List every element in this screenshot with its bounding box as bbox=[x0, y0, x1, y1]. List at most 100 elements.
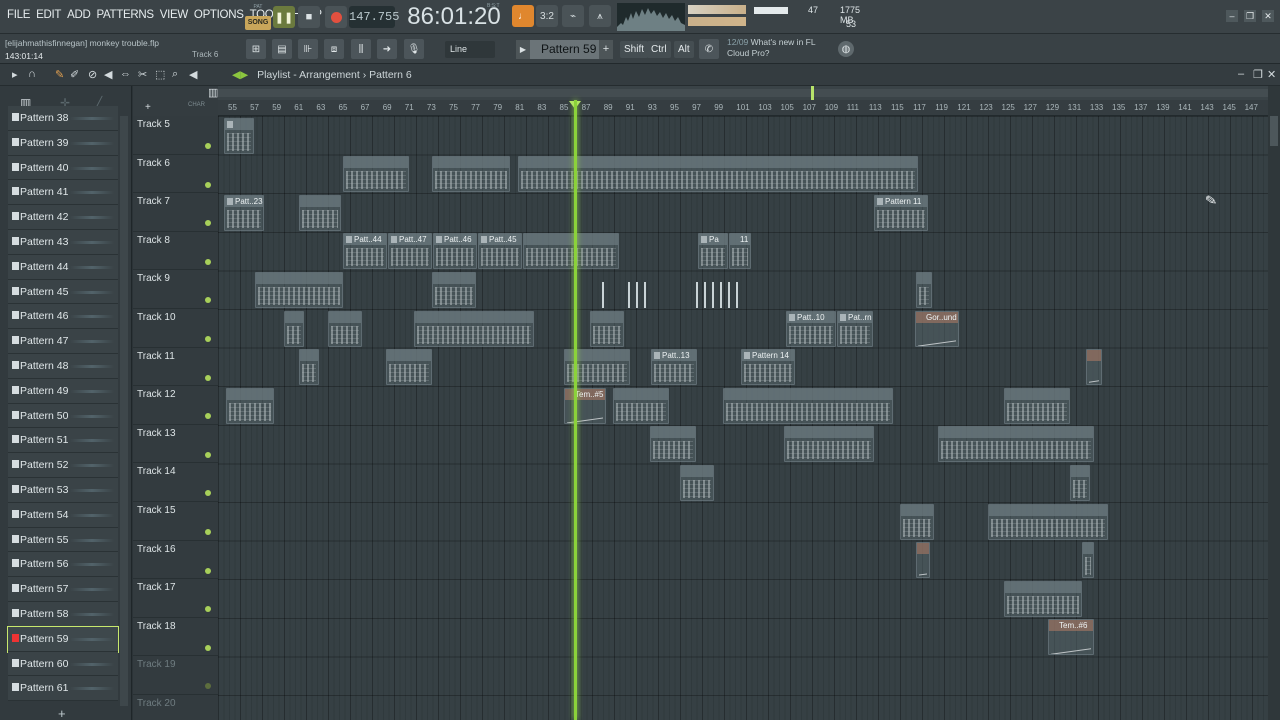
pattern-clip[interactable] bbox=[723, 388, 893, 424]
shift-key-button[interactable]: Shift bbox=[620, 41, 649, 58]
slice-icon[interactable]: ✂ bbox=[138, 68, 147, 81]
pattern-list-item[interactable]: Pattern 60 bbox=[8, 651, 118, 677]
pattern-list-item[interactable]: Pattern 49 bbox=[8, 378, 118, 404]
automation-clip[interactable] bbox=[1086, 349, 1102, 385]
add-pattern-icon[interactable]: + bbox=[599, 40, 613, 59]
pat-song-toggle[interactable]: PAT SONG bbox=[245, 4, 271, 30]
timeline-ruler[interactable]: 55 57 59 61 63 65 67 69 71 73 75 77 79 81 83 85 87 89 91 93… bbox=[218, 100, 1268, 116]
loop-marker[interactable] bbox=[811, 86, 814, 100]
loop-record-button[interactable]: ⩚ bbox=[589, 5, 611, 27]
pattern-list-item[interactable]: Pattern 47 bbox=[8, 329, 118, 354]
pattern-list-item[interactable]: Pattern 54 bbox=[8, 502, 118, 528]
pattern-clip[interactable] bbox=[299, 195, 341, 231]
track-mute-led[interactable] bbox=[205, 529, 211, 535]
news-button[interactable]: ✆ bbox=[699, 39, 719, 59]
pattern-clip[interactable]: Patt..23 bbox=[224, 195, 264, 231]
menu-add[interactable]: ADD bbox=[64, 9, 93, 21]
track-header[interactable]: Track 14 bbox=[133, 463, 218, 502]
stop-button[interactable]: ■ bbox=[298, 6, 320, 28]
pattern-list-item[interactable]: Pattern 53 bbox=[8, 477, 118, 503]
pattern-clip[interactable] bbox=[916, 272, 932, 308]
pattern-clip[interactable] bbox=[900, 504, 934, 540]
pattern-list-item[interactable]: Pattern 56 bbox=[8, 552, 118, 578]
pattern-clip[interactable] bbox=[224, 118, 254, 154]
picker-scrollbar[interactable] bbox=[120, 116, 128, 706]
pattern-list-item[interactable]: Pattern 42 bbox=[8, 205, 118, 230]
mute-icon[interactable]: ◀ bbox=[104, 68, 112, 81]
pattern-clip[interactable] bbox=[938, 426, 1094, 462]
pattern-clip[interactable] bbox=[226, 388, 274, 424]
pattern-clip[interactable] bbox=[1070, 465, 1090, 501]
automation-clip[interactable]: Tem..#5 bbox=[564, 388, 606, 424]
pattern-clip[interactable]: Pattern 14 bbox=[741, 349, 795, 385]
paint-icon[interactable]: ✐ bbox=[70, 68, 79, 81]
track-header[interactable]: Track 7 bbox=[133, 193, 218, 232]
pattern-list-item[interactable]: Pattern 48 bbox=[8, 353, 118, 379]
track-mute-led[interactable] bbox=[205, 451, 211, 458]
playlist-menu-icon[interactable]: ▸ bbox=[12, 68, 18, 81]
pattern-clip[interactable]: Patt..44 bbox=[343, 233, 387, 269]
track-mute-led[interactable] bbox=[205, 374, 211, 381]
restore-icon[interactable]: ❐ bbox=[1244, 10, 1256, 22]
pattern-list-item[interactable]: Pattern 41 bbox=[8, 180, 118, 206]
track-mute-led[interactable] bbox=[205, 220, 211, 227]
pattern-clip[interactable] bbox=[255, 272, 343, 308]
minimize-icon[interactable]: – bbox=[1226, 10, 1238, 22]
pattern-clip[interactable]: Patt..47 bbox=[388, 233, 432, 269]
automation-clip[interactable]: Tem..#6 bbox=[1048, 619, 1094, 655]
pattern-list-item[interactable]: Pattern 52 bbox=[8, 453, 118, 478]
playback-icon[interactable]: ◀ bbox=[189, 68, 197, 81]
playlist-window-button[interactable]: ⊞ bbox=[246, 39, 266, 59]
pattern-clip[interactable]: Pattern 11 bbox=[874, 195, 928, 231]
mixer-button[interactable]: ⧈ bbox=[324, 39, 344, 59]
pattern-clip[interactable] bbox=[1004, 581, 1082, 617]
plugin-picker-button[interactable]: ⫼ bbox=[351, 39, 371, 59]
minimize-playlist-icon[interactable]: – bbox=[1238, 68, 1244, 80]
track-mute-led[interactable] bbox=[205, 258, 211, 265]
restore-playlist-icon[interactable]: ❐ bbox=[1253, 68, 1263, 81]
delete-icon[interactable]: ⊘ bbox=[88, 68, 97, 81]
track-header[interactable]: Track 20 bbox=[133, 695, 218, 720]
browser-button[interactable]: ➜ bbox=[377, 39, 397, 59]
track-mute-led[interactable] bbox=[205, 644, 211, 651]
pattern-clip[interactable] bbox=[650, 426, 696, 462]
pattern-list-item[interactable]: Pattern 58 bbox=[8, 601, 118, 627]
pattern-list-item[interactable]: Pattern 38 bbox=[8, 106, 118, 131]
menu-file[interactable]: FILE bbox=[4, 9, 33, 21]
metronome-button[interactable]: ♩ bbox=[512, 5, 534, 27]
menu-view[interactable]: VIEW bbox=[157, 9, 191, 21]
pattern-clip[interactable]: 11 bbox=[729, 233, 751, 269]
track-grid-icon[interactable]: ▥ bbox=[208, 86, 218, 99]
track-header[interactable]: Track 5 bbox=[133, 116, 218, 155]
audio-clip[interactable] bbox=[602, 282, 610, 308]
track-header[interactable]: Track 15 bbox=[133, 502, 218, 541]
track-mute-led[interactable] bbox=[205, 336, 211, 342]
piano-roll-button[interactable]: ▤ bbox=[272, 39, 292, 59]
snap-selector[interactable]: Line bbox=[445, 41, 495, 58]
track-header[interactable]: Track 12 bbox=[133, 386, 218, 425]
pattern-clip[interactable] bbox=[988, 504, 1108, 540]
zoom-icon[interactable]: ⌕ bbox=[172, 68, 178, 81]
pattern-list-item[interactable]: Pattern 57 bbox=[8, 577, 118, 602]
track-mute-led[interactable] bbox=[205, 297, 211, 304]
magnet-icon[interactable]: ∩ bbox=[28, 68, 36, 80]
record-button[interactable] bbox=[325, 6, 347, 28]
slip-icon[interactable]: ⇔ bbox=[120, 68, 131, 80]
pattern-list-item[interactable]: Pattern 43 bbox=[8, 229, 118, 255]
tempo-display[interactable]: 147.755 bbox=[349, 6, 399, 28]
pattern-clip[interactable] bbox=[284, 311, 304, 347]
add-pattern-button[interactable]: + bbox=[58, 706, 66, 720]
playlist-vertical-scrollbar[interactable] bbox=[1268, 86, 1280, 720]
pattern-list-item[interactable]: Pattern 46 bbox=[8, 304, 118, 330]
globe-button[interactable]: ◍ bbox=[838, 41, 854, 57]
pattern-clip[interactable] bbox=[386, 349, 432, 385]
timeline-overview[interactable] bbox=[218, 86, 1268, 100]
pattern-list-item[interactable]: Pattern 44 bbox=[8, 254, 118, 280]
channel-rack-button[interactable]: ⊪ bbox=[298, 39, 318, 59]
track-header[interactable]: Track 11 bbox=[133, 348, 218, 387]
track-header[interactable]: Track 13 bbox=[133, 425, 218, 464]
record-audio-button[interactable]: 🎙 bbox=[404, 39, 424, 59]
alt-key-button[interactable]: Alt bbox=[674, 41, 694, 58]
track-mute-led[interactable] bbox=[205, 143, 211, 149]
pattern-clip[interactable] bbox=[680, 465, 714, 501]
